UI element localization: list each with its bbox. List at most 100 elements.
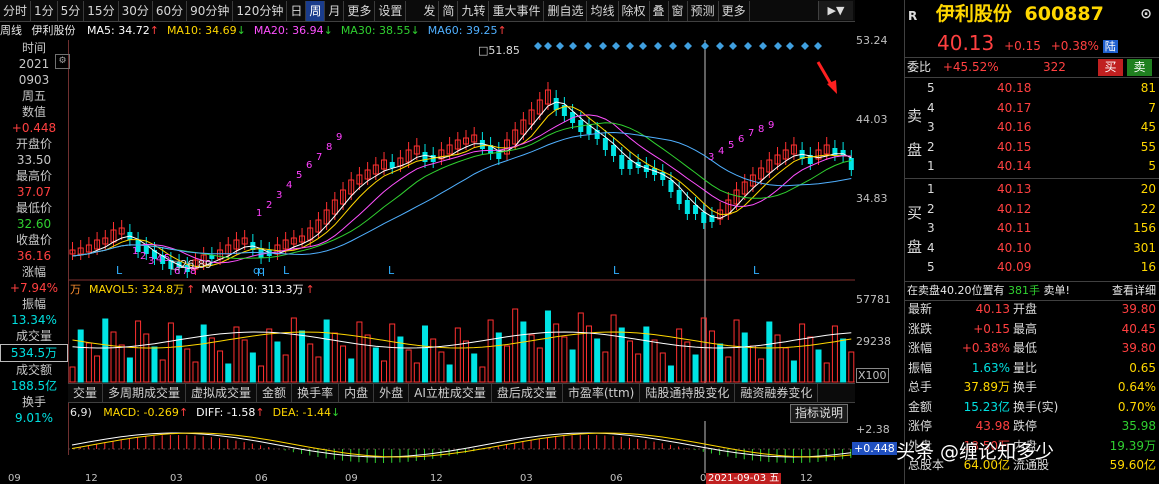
ma-value: MA10: 34.69 [166, 24, 237, 37]
indicator-tab[interactable]: 换手率 [292, 384, 340, 402]
volume-bar [290, 317, 297, 383]
toolbar-item[interactable]: 设置 [375, 0, 407, 21]
indicator-tab[interactable]: 金额 [257, 384, 293, 402]
toolbar-item[interactable]: 预测 [688, 0, 719, 21]
options-icon[interactable]: ⊙ [1140, 2, 1152, 26]
stat-value: 0.70% [1117, 399, 1156, 414]
indicator-tab[interactable]: 交量 [68, 384, 104, 402]
td-number: 3 [276, 190, 282, 201]
volume-bar [208, 337, 215, 383]
toolbar-item[interactable]: 叠 [650, 0, 669, 21]
stat-value: 40.13 [975, 302, 1010, 316]
toolbar-item[interactable]: 5分 [58, 0, 85, 21]
toolbar-item[interactable]: 均线 [587, 0, 619, 21]
volume-bar [471, 353, 478, 383]
sell-button[interactable]: 卖 [1127, 59, 1152, 76]
volume-bar [233, 326, 240, 383]
book-volume: 7 [1148, 100, 1156, 115]
date-tick: 03 [170, 473, 183, 484]
stat-value: 37.89万 [963, 380, 1010, 394]
asks-row: 2 40.15 55 [905, 138, 1159, 157]
bids-row: 5 40.09 16 [905, 258, 1159, 277]
ma-value: MA60: 39.25 [427, 24, 498, 37]
toolbar-item[interactable]: 更多 [344, 0, 376, 21]
book-price: 40.17 [997, 100, 1032, 115]
toolbar-expand-icon[interactable]: ▶▼ [818, 1, 853, 20]
toolbar-item[interactable]: 重大事件 [489, 0, 545, 21]
hk-connect-badge: 陆 [1102, 40, 1118, 53]
stock-code: 600887 [1024, 3, 1104, 25]
left-panel-row: +7.94% [9, 281, 59, 295]
toolbar-item[interactable]: 删自选 [544, 0, 588, 21]
indicator-tab[interactable]: 市盈率(ttm) [563, 384, 641, 402]
left-panel-row: 36.16 [16, 249, 52, 263]
indicator-tab[interactable]: 盘后成交量 [492, 384, 563, 402]
indicator-tab[interactable]: 虚拟成交量 [186, 384, 258, 402]
indicator-tab[interactable]: 多周期成交量 [103, 384, 187, 402]
toolbar-item[interactable]: 15分 [84, 0, 119, 21]
volume-bar [684, 341, 691, 383]
indicator-tab[interactable]: 融资融券变化 [735, 384, 819, 402]
book-level: 4 [927, 240, 935, 255]
candle-down [627, 160, 633, 169]
volume-bar [446, 364, 453, 383]
toolbar-item[interactable]: 120分钟 [233, 0, 288, 21]
red-arrow-icon [816, 61, 837, 94]
toolbar-item[interactable]: 90分钟 [187, 0, 234, 21]
toolbar-item[interactable]: 30分 [119, 0, 153, 21]
volume-bar [364, 334, 371, 383]
macd-chart [68, 421, 855, 473]
toolbar-item[interactable]: 分时 [0, 0, 32, 21]
macd-value: MACD: -0.269 [103, 406, 179, 419]
volume-bar [135, 320, 142, 383]
toolbar-item[interactable]: 除权 [619, 0, 650, 21]
stat-value: 40.45 [1121, 321, 1156, 336]
signal-letter: L [613, 264, 620, 277]
asks-row: 4 40.17 7 [905, 99, 1159, 118]
price-change: +0.15 [1004, 39, 1041, 53]
ma-line [72, 101, 852, 269]
date-tick: 09 [8, 473, 21, 484]
book-price: 40.13 [997, 182, 1032, 196]
buy-button[interactable]: 买 [1098, 59, 1123, 76]
date-tick: 03 [520, 473, 533, 484]
toolbar-item[interactable]: 日 [287, 0, 307, 21]
macd-arrow: ↑ [255, 406, 265, 419]
book-volume: 301 [1133, 240, 1156, 255]
left-panel-row: 成交量 [15, 329, 52, 343]
toolbar-item[interactable]: 1分 [31, 0, 58, 21]
stat-row: 振幅 1.63% 量比 0.65 [905, 359, 1159, 378]
toolbar-item[interactable]: 周 [306, 0, 326, 21]
vol-value: 万 [70, 283, 81, 296]
stat-row: 最新 40.13 开盘 39.80 [905, 300, 1159, 319]
quote-panel: R 伊利股份 600887 ⊙ 40.13 +0.15 +0.38% 陆 委比 … [904, 0, 1159, 484]
toolbar-item[interactable]: 更多 [719, 0, 750, 21]
toolbar-item[interactable]: 简 [439, 0, 459, 21]
toolbar-item[interactable]: 发 [420, 0, 440, 21]
macd-line [71, 432, 851, 458]
volume-bar [528, 334, 535, 383]
candle-down [668, 180, 674, 192]
vol-axis-unit: X100 [856, 368, 889, 383]
toolbar-item[interactable]: 月 [325, 0, 345, 21]
asks-row: 5 40.18 81 [905, 79, 1159, 98]
volume-bar [725, 356, 732, 383]
candle-down [602, 138, 608, 150]
td-number: 8 [326, 142, 332, 153]
indicator-tab[interactable]: 外盘 [374, 384, 410, 402]
toolbar-item[interactable]: 60分 [153, 0, 188, 21]
stat-value: 39.80 [1121, 341, 1156, 355]
toolbar-item[interactable]: 窗 [669, 0, 688, 21]
volume-bar [143, 333, 150, 383]
indicator-tab[interactable]: AI立桩成交量 [409, 384, 492, 402]
view-detail-link[interactable]: 查看详细 [1112, 282, 1156, 300]
indicator-tab[interactable]: 陆股通持股变化 [640, 384, 736, 402]
weibi-label: 委比 [907, 60, 932, 74]
volume-bar [577, 312, 584, 383]
candle-down [676, 190, 682, 204]
volume-bar [536, 347, 543, 383]
volume-bar [249, 352, 256, 383]
toolbar-item[interactable]: 九转 [458, 0, 490, 21]
volume-bar [766, 321, 773, 383]
indicator-tab[interactable]: 内盘 [339, 384, 375, 402]
